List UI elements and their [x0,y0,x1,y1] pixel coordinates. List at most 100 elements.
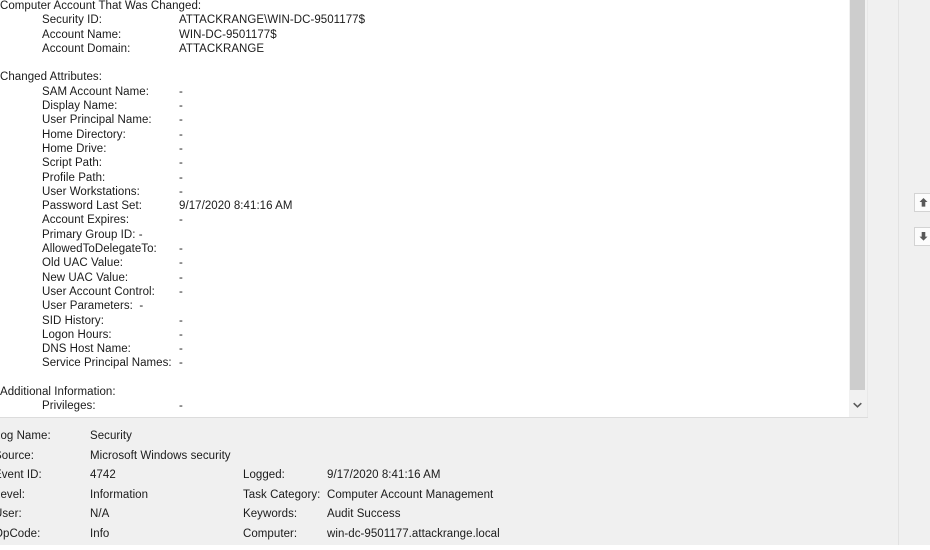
description-field-value: - [179,357,183,370]
description-field-value: - [138,228,143,241]
spacer-line [0,371,857,385]
description-field-row: Account Expires: - [0,213,857,227]
description-field-value: - [179,400,183,413]
description-field-value: - [179,114,183,127]
detail-label: Log Name: [0,430,51,442]
description-vertical-scrollbar[interactable] [849,0,868,417]
detail-value: Audit Success [327,508,401,521]
detail-value: N/A [90,508,110,521]
arrow-up-icon [918,197,929,208]
bottom-strip [0,545,930,550]
description-field-row: Account Name: WIN-DC-9501177$ [0,28,857,42]
event-details-grid: Log Name: Security Source: Microsoft Window… [0,418,898,545]
detail-label: User: [0,508,22,521]
description-field-row: Security ID: ATTACKRANGE\WIN-DC-9501177$ [0,13,857,27]
detail-row: User: N/A [0,505,234,523]
description-field-row: Account Domain: ATTACKRANGE [0,42,857,56]
description-field-label: User Workstations: [42,185,140,198]
description-field-row: Logon Hours: - [0,328,857,342]
description-section-heading: Changed Attributes: [0,71,102,84]
detail-row: Task Category: Computer Account Managemen… [243,486,663,504]
previous-event-button[interactable] [914,193,930,212]
arrow-down-icon [918,231,929,242]
description-field-label: Account Expires: [42,214,130,227]
detail-label: Task Category: [243,488,321,501]
detail-row: Event ID: 4742 [0,466,234,484]
description-field-value: - [179,328,183,341]
description-section-heading: Computer Account That Was Changed: [0,0,202,12]
detail-value: Security [90,430,132,442]
detail-label: OpCode: [0,528,41,540]
description-field-label: Security ID: [42,14,103,27]
scrollbar-down-arrow-button[interactable] [850,396,865,413]
description-field-label: Script Path: [42,157,103,170]
chevron-down-icon [853,402,862,408]
spacer-line [0,56,857,70]
detail-label: Computer: [243,527,298,540]
description-field-label: SAM Account Name: [42,85,149,98]
description-field-value: - [179,157,183,170]
description-field-label: Password Last Set: [42,200,142,213]
description-field-value: - [179,142,183,155]
event-description-pane[interactable]: Computer Account That Was Changed: Securi… [0,0,868,417]
description-field-row: Password Last Set: 9/17/2020 8:41:16 AM [0,199,857,213]
description-field-value: - [179,100,183,113]
description-section-heading: Additional Information: [0,386,116,399]
description-field-value: - [179,171,183,184]
description-field-value: - [179,257,183,270]
description-field-label: Home Drive: [42,142,107,155]
detail-row: Level: Information [0,486,234,504]
description-field-label: AllowedToDelegateTo: [42,243,157,256]
description-field-label: Logon Hours: [42,328,112,341]
description-field-value: ATTACKRANGE\WIN-DC-9501177$ [179,14,366,27]
next-event-button[interactable] [914,227,930,246]
description-field-label: Account Name: [42,28,122,41]
description-field-value: - [139,300,144,313]
description-field-label: Home Directory: [42,128,126,141]
description-field-label: Privileges: [42,400,96,413]
description-field-row: User Account Control: - [0,285,857,299]
description-field-label: New UAC Value: [42,271,129,284]
description-field-row: User Workstations: - [0,185,857,199]
description-field-label: SID History: [42,314,104,327]
detail-label: Keywords: [243,508,298,521]
scrollbar-thumb[interactable] [850,0,865,390]
description-field-label: Profile Path: [42,171,106,184]
description-field-row: New UAC Value: - [0,271,857,285]
description-field-value: - [179,243,183,256]
detail-label: Level: [0,488,25,501]
description-field-row: User Principal Name: - [0,113,857,127]
description-field-row: AllowedToDelegateTo: - [0,242,857,256]
description-field-value: 9/17/2020 8:41:16 AM [179,200,293,213]
description-field-value: - [179,285,183,298]
detail-row: Log Name: Security [0,427,234,445]
detail-row: Keywords: Audit Success [243,505,663,523]
description-field-row: User Parameters: - [0,299,857,313]
description-field-row: Display Name: - [0,99,857,113]
description-field-label: Account Domain: [42,42,131,55]
event-navigation-pane [899,0,930,545]
description-field-value: - [179,128,183,141]
description-field-row: SAM Account Name: - [0,85,857,99]
description-field-row: Script Path: - [0,156,857,170]
description-field-label: User Parameters: [42,300,140,313]
detail-row: Logged: 9/17/2020 8:41:16 AM [243,466,663,484]
detail-label: Event ID: [0,469,42,482]
description-field-value: - [179,343,183,356]
description-field-label: Old UAC Value: [42,257,124,270]
description-field-label: Display Name: [42,100,118,113]
detail-value: 9/17/2020 8:41:16 AM [327,469,441,481]
description-field-label: User Account Control: [42,285,155,298]
description-field-value: - [179,185,183,198]
description-field-label: DNS Host Name: [42,343,131,356]
detail-value: win-dc-9501177.attackrange.local [327,527,500,540]
description-field-value: - [179,85,183,98]
detail-row: Computer: win-dc-9501177.attackrange.loca… [243,525,663,543]
detail-value: Microsoft Windows security [90,449,231,462]
description-field-label: Primary Group ID: [42,228,139,241]
description-field-row: Service Principal Names: - [0,356,857,370]
description-field-row: Privileges: - [0,399,857,413]
event-viewer-detail-pane: Computer Account That Was Changed: Securi… [0,0,930,550]
detail-row: Source: Microsoft Windows security [0,447,234,465]
detail-label: Logged: [243,469,285,481]
